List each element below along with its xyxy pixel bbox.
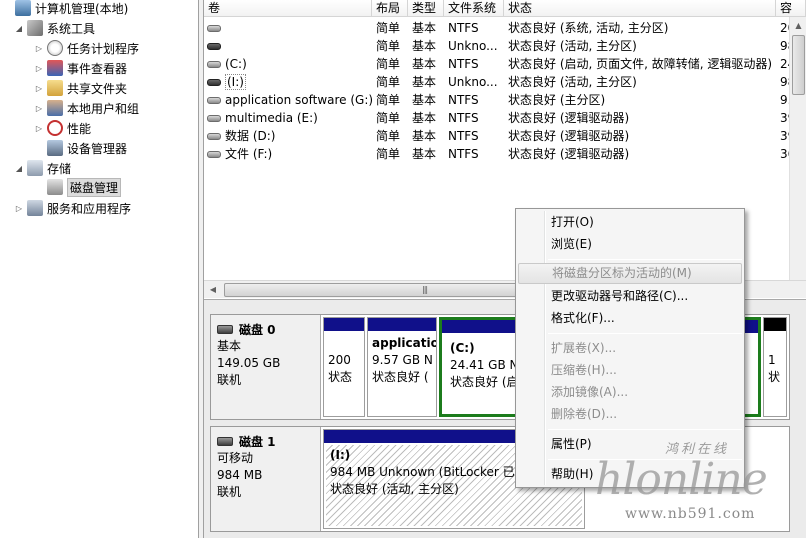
drive-icon bbox=[207, 97, 221, 104]
disk-1-info[interactable]: 磁盘 1 可移动 984 MB 联机 bbox=[211, 427, 321, 531]
menu-item-help[interactable]: 帮助(H) bbox=[518, 464, 742, 485]
no-entry-icon bbox=[47, 120, 63, 136]
expand-arrow-icon[interactable]: ▷ bbox=[34, 44, 44, 53]
menu-separator bbox=[548, 259, 742, 260]
tree-item-computer-management[interactable]: 计算机管理(本地) bbox=[2, 0, 128, 18]
tools-icon bbox=[27, 20, 43, 36]
table-row[interactable]: multimedia (E:) 简单 基本 NTFS 状态良好 (逻辑驱动器) … bbox=[204, 109, 806, 127]
menu-item-open[interactable]: 打开(O) bbox=[518, 212, 742, 233]
services-icon bbox=[27, 200, 43, 216]
drive-icon bbox=[207, 25, 221, 32]
storage-icon bbox=[27, 160, 43, 176]
expand-arrow-icon[interactable]: ▷ bbox=[34, 64, 44, 73]
expand-arrow-icon[interactable]: ▷ bbox=[34, 104, 44, 113]
expand-arrow-icon[interactable]: ▷ bbox=[34, 84, 44, 93]
table-row[interactable]: 数据 (D:) 简单 基本 NTFS 状态良好 (逻辑驱动器) 39. bbox=[204, 127, 806, 145]
table-row[interactable]: 文件 (F:) 简单 基本 NTFS 状态良好 (逻辑驱动器) 36. bbox=[204, 145, 806, 163]
menu-item-mark-active[interactable]: 将磁盘分区标为活动的(M) bbox=[518, 263, 742, 284]
table-row[interactable]: 简单 基本 NTFS 状态良好 (系统, 活动, 主分区) 200 bbox=[204, 19, 806, 37]
drive-icon bbox=[207, 61, 221, 68]
menu-item-extend-volume[interactable]: 扩展卷(X)... bbox=[518, 338, 742, 359]
computer-management-icon bbox=[15, 0, 31, 16]
device-manager-icon bbox=[47, 140, 63, 156]
column-header-layout[interactable]: 布局 bbox=[372, 0, 408, 17]
clock-icon bbox=[47, 40, 63, 56]
tree-item-system-tools[interactable]: ◢ 系统工具 bbox=[14, 18, 95, 38]
disk-0-info[interactable]: 磁盘 0 基本 149.05 GB 联机 bbox=[211, 315, 321, 419]
navigation-tree: 计算机管理(本地) ◢ 系统工具 ▷ 任务计划程序 ▷ 事件查看器 ▷ 共享文件… bbox=[0, 0, 199, 538]
hard-disk-icon bbox=[217, 325, 233, 334]
table-row[interactable]: application software (G:) 简单 基本 NTFS 状态良… bbox=[204, 91, 806, 109]
removable-disk-icon bbox=[217, 437, 233, 446]
tree-item-device-manager[interactable]: 设备管理器 bbox=[34, 138, 127, 158]
column-header-volume[interactable]: 卷 bbox=[204, 0, 372, 17]
drive-icon bbox=[207, 151, 221, 158]
scroll-left-arrow-icon[interactable]: ◀ bbox=[206, 283, 220, 297]
tree-item-performance[interactable]: ▷ 性能 bbox=[34, 118, 91, 138]
context-menu: 打开(O) 浏览(E) 将磁盘分区标为活动的(M) 更改驱动器号和路径(C)..… bbox=[515, 208, 745, 488]
scroll-up-arrow-icon[interactable]: ▲ bbox=[790, 17, 806, 34]
menu-item-explore[interactable]: 浏览(E) bbox=[518, 234, 742, 255]
tree-item-storage[interactable]: ◢ 存储 bbox=[14, 158, 71, 178]
column-header-capacity[interactable]: 容 bbox=[776, 0, 806, 17]
drive-icon bbox=[207, 79, 221, 86]
tree-item-local-users-groups[interactable]: ▷ 本地用户和组 bbox=[34, 98, 139, 118]
tree-item-services-applications[interactable]: ▷ 服务和应用程序 bbox=[14, 198, 131, 218]
expand-arrow-icon[interactable]: ▷ bbox=[34, 124, 44, 133]
menu-item-format[interactable]: 格式化(F)... bbox=[518, 308, 742, 329]
partition-application-software[interactable]: applicatio 9.57 GB N 状态良好 ( bbox=[367, 317, 437, 417]
shared-folder-icon bbox=[47, 80, 63, 96]
menu-item-change-drive-letter[interactable]: 更改驱动器号和路径(C)... bbox=[518, 286, 742, 307]
grip-icon: ||| bbox=[422, 285, 428, 294]
collapse-arrow-icon[interactable]: ◢ bbox=[14, 164, 24, 173]
scrollbar-thumb[interactable] bbox=[792, 35, 805, 95]
drive-icon bbox=[207, 115, 221, 122]
drive-icon bbox=[207, 133, 221, 140]
menu-item-properties[interactable]: 属性(P) bbox=[518, 434, 742, 455]
menu-item-add-mirror[interactable]: 添加镜像(A)... bbox=[518, 382, 742, 403]
drive-icon bbox=[207, 43, 221, 50]
vertical-scrollbar[interactable]: ▲ bbox=[789, 17, 806, 281]
collapse-arrow-icon[interactable]: ◢ bbox=[14, 24, 24, 33]
tree-item-task-scheduler[interactable]: ▷ 任务计划程序 bbox=[34, 38, 139, 58]
disk-management-icon bbox=[47, 179, 63, 195]
menu-separator bbox=[548, 333, 742, 334]
column-header-status[interactable]: 状态 bbox=[504, 0, 776, 17]
column-header-filesystem[interactable]: 文件系统 bbox=[444, 0, 504, 17]
partition-system-reserved[interactable]: 200 状态 bbox=[323, 317, 365, 417]
tree-item-disk-management[interactable]: 磁盘管理 bbox=[34, 177, 122, 197]
event-viewer-icon bbox=[47, 60, 63, 76]
partition-other[interactable]: 1 状 bbox=[763, 317, 787, 417]
table-row[interactable]: (I:) 简单 基本 Unkno... 状态良好 (活动, 主分区) 984 bbox=[204, 73, 806, 91]
menu-separator bbox=[548, 459, 742, 460]
menu-item-delete-volume[interactable]: 删除卷(D)... bbox=[518, 404, 742, 425]
expand-arrow-icon[interactable]: ▷ bbox=[14, 204, 24, 213]
menu-item-shrink-volume[interactable]: 压缩卷(H)... bbox=[518, 360, 742, 381]
table-row[interactable]: 简单 基本 Unkno... 状态良好 (活动, 主分区) 984 bbox=[204, 37, 806, 55]
table-row[interactable]: (C:) 简单 基本 NTFS 状态良好 (启动, 页面文件, 故障转储, 逻辑… bbox=[204, 55, 806, 73]
menu-separator bbox=[548, 429, 742, 430]
tree-item-event-viewer[interactable]: ▷ 事件查看器 bbox=[34, 58, 127, 78]
column-header-type[interactable]: 类型 bbox=[408, 0, 444, 17]
tree-item-shared-folders[interactable]: ▷ 共享文件夹 bbox=[34, 78, 127, 98]
users-icon bbox=[47, 100, 63, 116]
